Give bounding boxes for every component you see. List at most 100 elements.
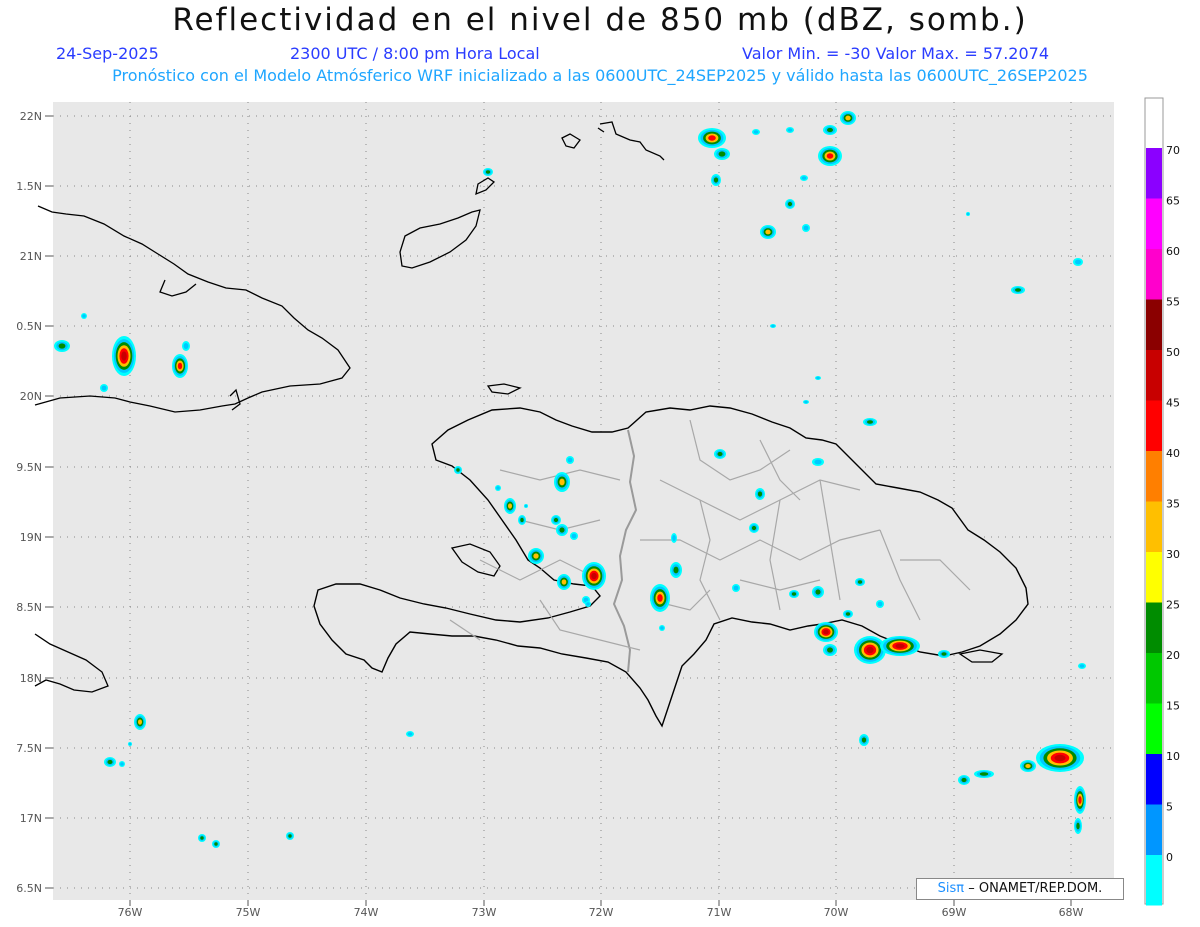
reflectivity-cell — [119, 761, 125, 767]
colorbar-swatch — [1146, 299, 1162, 350]
lat-label: 9.5N — [16, 461, 42, 474]
sispi-logo: Sisπ — [937, 881, 965, 896]
reflectivity-cell — [182, 341, 190, 351]
colorbar-swatch — [1146, 804, 1162, 855]
colorbar-label: 0 — [1166, 851, 1173, 864]
lon-label: 75W — [236, 906, 261, 919]
colorbar-swatch — [1146, 400, 1162, 451]
reflectivity-cell — [711, 174, 721, 186]
colorbar-label: 15 — [1166, 700, 1180, 713]
lat-label: 6.5N — [16, 882, 42, 895]
reflectivity-cell — [212, 840, 220, 848]
reflectivity-cell — [755, 488, 765, 500]
reflectivity-cell — [556, 524, 568, 536]
colorbar-label: 35 — [1166, 498, 1180, 511]
reflectivity-cell — [198, 834, 206, 842]
reflectivity-cell — [1074, 786, 1086, 814]
reflectivity-cell — [855, 578, 865, 586]
reflectivity-cell — [570, 532, 578, 540]
latitude-labels: 22N 1.5N 21N 0.5N 20N 9.5N 19N 8.5N 18N 7.5N 17N 6.… — [16, 110, 53, 895]
colorbar-swatch — [1146, 552, 1162, 603]
lon-label: 68W — [1059, 906, 1084, 919]
reflectivity-cell — [1078, 663, 1086, 669]
colorbar-swatch — [1146, 653, 1162, 704]
colorbar-swatch — [1146, 602, 1162, 653]
reflectivity-cell — [859, 734, 869, 746]
colorbar-label: 55 — [1166, 296, 1180, 309]
colorbar-label: 25 — [1166, 599, 1180, 612]
colorbar-label: 30 — [1166, 548, 1180, 561]
reflectivity-cell — [840, 111, 856, 125]
credit-box: Sisπ – ONAMET/REP.DOM. — [916, 878, 1124, 900]
lon-label: 74W — [354, 906, 379, 919]
colorbar-label: 20 — [1166, 649, 1180, 662]
reflectivity-cell — [518, 515, 526, 525]
colorbar-swatch — [1146, 754, 1162, 805]
lon-label: 69W — [942, 906, 967, 919]
reflectivity-cell — [802, 224, 810, 232]
colorbar-label: 40 — [1166, 447, 1180, 460]
reflectivity-cell — [172, 354, 188, 378]
reflectivity-cell — [112, 336, 136, 376]
reflectivity-cell — [785, 199, 795, 209]
reflectivity-cell — [815, 376, 821, 380]
reflectivity-cell — [732, 584, 740, 592]
reflectivity-cell — [800, 175, 808, 181]
colorbar-swatch — [1146, 350, 1162, 401]
reflectivity-cell — [823, 644, 837, 656]
reflectivity-cell — [749, 523, 759, 533]
reflectivity-cell — [752, 129, 760, 135]
reflectivity-cell — [814, 622, 838, 642]
reflectivity-cell — [1011, 286, 1025, 294]
reflectivity-cell — [880, 636, 920, 656]
reflectivity-cell — [582, 562, 606, 590]
colorbar-swatch — [1146, 703, 1162, 754]
colorbar-label: 45 — [1166, 397, 1180, 410]
reflectivity-cell — [134, 714, 146, 730]
colorbar: 7065605550454035302520151050 — [1144, 97, 1180, 906]
lon-label: 72W — [589, 906, 614, 919]
reflectivity-cell — [551, 515, 561, 525]
reflectivity-cell — [843, 610, 853, 618]
reflectivity-cell — [770, 324, 776, 328]
reflectivity-cell — [670, 562, 682, 578]
reflectivity-cell — [863, 418, 877, 426]
reflectivity-cell — [714, 148, 730, 160]
lat-label: 18N — [20, 672, 42, 685]
reflectivity-cell — [818, 146, 842, 166]
colorbar-label: 60 — [1166, 245, 1180, 258]
reflectivity-cell — [100, 384, 108, 392]
credit-text: – ONAMET/REP.DOM. — [968, 881, 1103, 896]
reflectivity-map: 22N 1.5N 21N 0.5N 20N 9.5N 19N 8.5N 18N 7.5N 17N 6.… — [16, 97, 1180, 919]
lon-label: 70W — [824, 906, 849, 919]
reflectivity-cell — [966, 212, 970, 216]
colorbar-swatch — [1146, 501, 1162, 552]
colorbar-swatch — [1146, 451, 1162, 502]
lat-label: 1.5N — [16, 180, 42, 193]
reflectivity-cell — [557, 574, 571, 590]
colorbar-label: 5 — [1166, 801, 1173, 814]
reflectivity-cell — [524, 504, 528, 508]
reflectivity-cell — [406, 731, 414, 737]
reflectivity-cell — [585, 601, 591, 607]
reflectivity-cell — [698, 128, 726, 148]
reflectivity-cell — [566, 456, 574, 464]
reflectivity-cell — [714, 449, 726, 459]
lat-label: 20N — [20, 390, 42, 403]
lat-label: 21N — [20, 250, 42, 263]
reflectivity-cell — [104, 757, 116, 767]
reflectivity-cell — [650, 584, 670, 612]
reflectivity-cell — [812, 458, 824, 466]
lon-label: 73W — [472, 906, 497, 919]
reflectivity-cell — [54, 340, 70, 352]
reflectivity-cell — [786, 127, 794, 133]
reflectivity-cell — [671, 533, 677, 543]
reflectivity-cell — [823, 125, 837, 135]
colorbar-swatch — [1146, 855, 1162, 906]
reflectivity-cell — [958, 775, 970, 785]
reflectivity-cell — [81, 313, 87, 319]
lat-label: 22N — [20, 110, 42, 123]
colorbar-swatch — [1146, 148, 1162, 199]
reflectivity-cell — [454, 466, 462, 474]
reflectivity-cell — [528, 548, 544, 564]
